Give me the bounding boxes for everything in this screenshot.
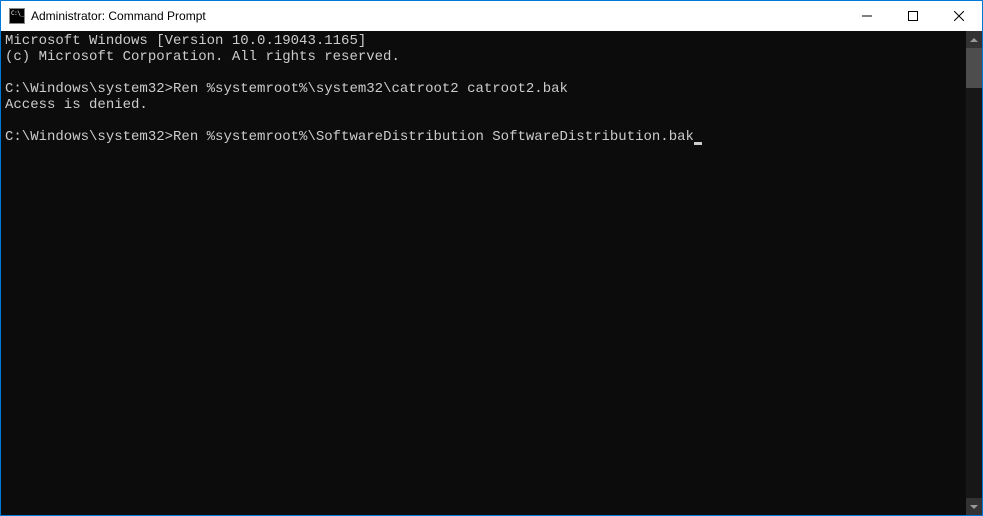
window: Administrator: Command Prompt Microsoft …	[1, 1, 982, 515]
terminal-prompt: C:\Windows\system32>	[5, 81, 173, 97]
scrollbar[interactable]	[966, 31, 982, 515]
window-title: Administrator: Command Prompt	[31, 9, 844, 23]
terminal-line: Microsoft Windows [Version 10.0.19043.11…	[5, 33, 366, 49]
window-controls	[844, 1, 982, 31]
maximize-icon	[908, 11, 918, 21]
titlebar[interactable]: Administrator: Command Prompt	[1, 1, 982, 31]
terminal-prompt: C:\Windows\system32>	[5, 129, 173, 145]
chevron-down-icon	[970, 505, 978, 509]
close-icon	[954, 11, 964, 21]
scroll-down-button[interactable]	[966, 498, 982, 515]
minimize-icon	[862, 11, 872, 21]
scroll-thumb[interactable]	[966, 48, 982, 88]
terminal-command: Ren %systemroot%\SoftwareDistribution So…	[173, 129, 694, 145]
close-button[interactable]	[936, 1, 982, 31]
terminal[interactable]: Microsoft Windows [Version 10.0.19043.11…	[1, 31, 966, 515]
cmd-icon	[9, 8, 25, 24]
terminal-output: Access is denied.	[5, 97, 148, 113]
terminal-command: Ren %systemroot%\system32\catroot2 catro…	[173, 81, 568, 97]
scroll-up-button[interactable]	[966, 31, 982, 48]
terminal-line: (c) Microsoft Corporation. All rights re…	[5, 49, 400, 65]
maximize-button[interactable]	[890, 1, 936, 31]
client-area: Microsoft Windows [Version 10.0.19043.11…	[1, 31, 982, 515]
scroll-track[interactable]	[966, 48, 982, 498]
chevron-up-icon	[970, 38, 978, 42]
cursor	[694, 142, 702, 145]
minimize-button[interactable]	[844, 1, 890, 31]
